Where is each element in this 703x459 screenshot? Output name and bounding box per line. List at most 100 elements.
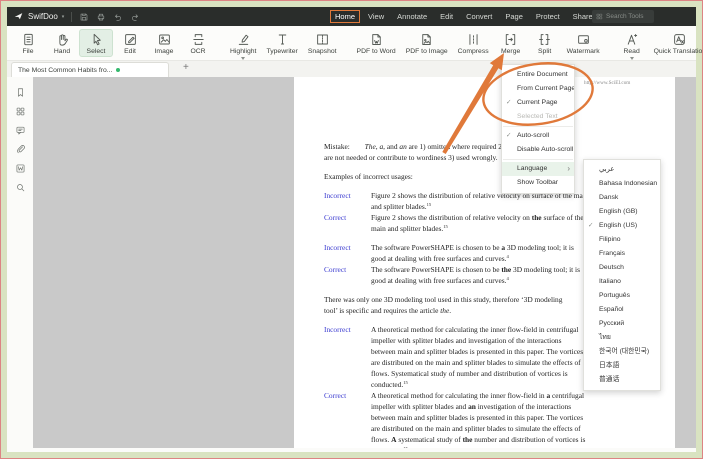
read-menu-item-entire-document[interactable]: Entire Document bbox=[502, 68, 574, 82]
toolbar-read[interactable]: Read bbox=[615, 29, 649, 62]
language-item-espa-ol[interactable]: Español bbox=[584, 303, 660, 317]
toolbar-label: Image bbox=[154, 48, 174, 55]
toolbar-highlight[interactable]: Highlight bbox=[225, 29, 261, 62]
language-item-deutsch[interactable]: Deutsch bbox=[584, 261, 660, 275]
comment-icon[interactable] bbox=[15, 125, 26, 136]
menu-item-label: Filipino bbox=[599, 236, 621, 243]
toolbar-hand[interactable]: Hand bbox=[45, 29, 79, 57]
menu-item-label: Language bbox=[517, 165, 548, 172]
language-item-portugu-s[interactable]: Português bbox=[584, 289, 660, 303]
toolbar-ocr[interactable]: OCR bbox=[181, 29, 215, 57]
doc-line: are distributed on the main and splitter… bbox=[371, 424, 581, 433]
toolbar-compress[interactable]: Compress bbox=[453, 29, 494, 57]
doc-line: impeller with splitter blades and an inv… bbox=[371, 402, 572, 411]
read-menu-item-auto-scroll[interactable]: ✓ Auto-scroll bbox=[502, 129, 574, 143]
attachment-icon[interactable] bbox=[15, 144, 26, 155]
save-icon[interactable] bbox=[79, 12, 89, 22]
undo-icon[interactable] bbox=[113, 12, 123, 22]
bookmark-icon[interactable] bbox=[15, 87, 26, 98]
doc-line: conducted.15 bbox=[371, 445, 669, 448]
language-item-[interactable]: عربي bbox=[584, 163, 660, 177]
menu-item-label: Français bbox=[599, 250, 626, 257]
menu-item-label: Español bbox=[599, 306, 624, 313]
app-menu-caret-icon[interactable]: ▾ bbox=[62, 14, 65, 20]
menu-edit[interactable]: Edit bbox=[435, 10, 458, 23]
page-url: http://www.SciEI.com bbox=[584, 80, 631, 86]
language-item-english-gb[interactable]: English (GB) bbox=[584, 205, 660, 219]
toolbar-watermark[interactable]: Watermark bbox=[562, 29, 605, 57]
menu-convert[interactable]: Convert bbox=[461, 10, 497, 23]
select-icon bbox=[89, 32, 104, 47]
logo-icon bbox=[13, 11, 24, 22]
titlebar-divider bbox=[71, 11, 73, 22]
doc-line: A theoretical method for calculating the… bbox=[371, 391, 585, 400]
redo-icon[interactable] bbox=[130, 12, 140, 22]
thumbnails-icon[interactable] bbox=[15, 106, 26, 117]
word-view-icon[interactable] bbox=[15, 163, 26, 174]
toolbar-typewriter[interactable]: Typewriter bbox=[261, 29, 302, 62]
caret-down-icon bbox=[629, 57, 634, 60]
language-item-[interactable]: 日本語 bbox=[584, 359, 660, 373]
image-icon bbox=[157, 32, 172, 47]
toolbar-label: Edit bbox=[124, 48, 136, 55]
toolbar-split[interactable]: Split bbox=[528, 29, 562, 57]
menu-item-label: Disable Auto-scroll bbox=[517, 146, 574, 153]
language-item-[interactable]: 普通话 bbox=[584, 373, 660, 387]
file-icon bbox=[21, 32, 36, 47]
menu-annotate[interactable]: Annotate bbox=[392, 10, 432, 23]
toolbar-pdf-to-image[interactable]: PDF to Image bbox=[401, 29, 453, 57]
language-item-filipino[interactable]: Filipino bbox=[584, 233, 660, 247]
menu-item-label: 普通话 bbox=[599, 376, 620, 383]
correct-label: Correct bbox=[324, 265, 347, 274]
language-item-english-us[interactable]: ✓ English (US) bbox=[584, 219, 660, 233]
language-item-[interactable]: 한국어 (대한민국) bbox=[584, 345, 660, 359]
menu-item-label: Русский bbox=[599, 320, 625, 327]
menu-page[interactable]: Page bbox=[500, 10, 528, 23]
toolbar-merge[interactable]: Merge bbox=[494, 29, 528, 57]
menu-item-label: عربي bbox=[599, 166, 615, 173]
toolbar-edit[interactable]: Edit bbox=[113, 29, 147, 57]
read-menu: Entire Document From Current Page ✓ Current… bbox=[501, 64, 575, 194]
language-item-dansk[interactable]: Dansk bbox=[584, 191, 660, 205]
language-item-[interactable]: Русский bbox=[584, 317, 660, 331]
language-item-italiano[interactable]: Italiano bbox=[584, 275, 660, 289]
toolbar-image[interactable]: Image bbox=[147, 29, 181, 57]
new-tab-button[interactable]: + bbox=[179, 61, 193, 74]
toolbar-select[interactable]: Select bbox=[79, 29, 113, 57]
menu-divider bbox=[503, 159, 573, 160]
language-item-fran-ais[interactable]: Français bbox=[584, 247, 660, 261]
split-icon bbox=[537, 32, 552, 47]
read-menu-item-disable-auto-scroll[interactable]: Disable Auto-scroll bbox=[502, 143, 574, 157]
toolbar-group: Highlight Typewriter Snapshot bbox=[225, 29, 342, 62]
print-icon[interactable] bbox=[96, 12, 106, 22]
menu-protect[interactable]: Protect bbox=[531, 10, 565, 23]
toolbar-label: OCR bbox=[190, 48, 206, 55]
toolbar-snapshot[interactable]: Snapshot bbox=[303, 29, 342, 62]
toolbar-label: Highlight bbox=[230, 48, 257, 55]
read-menu-item-show-toolbar[interactable]: Show Toolbar bbox=[502, 176, 574, 190]
toolbar-file[interactable]: File bbox=[11, 29, 45, 57]
toolbar-pdf-to-word[interactable]: PDF to Word bbox=[352, 29, 401, 57]
quick-translation-icon bbox=[672, 32, 687, 47]
menu-item-label: Current Page bbox=[517, 99, 558, 106]
edit-icon bbox=[123, 32, 138, 47]
menu-view[interactable]: View bbox=[363, 10, 389, 23]
grid-icon bbox=[596, 13, 603, 20]
toolbar-quick-translation[interactable]: Quick Translation bbox=[649, 29, 702, 62]
search-icon[interactable] bbox=[15, 182, 26, 193]
document-tab[interactable]: The Most Common Habits fro... bbox=[11, 62, 169, 77]
read-menu-item-language[interactable]: Language › bbox=[502, 162, 574, 176]
read-menu-item-current-page[interactable]: ✓ Current Page bbox=[502, 96, 574, 110]
menu-home[interactable]: Home bbox=[330, 10, 361, 23]
menu-item-label: English (GB) bbox=[599, 208, 638, 215]
read-menu-item-from-current-page[interactable]: From Current Page bbox=[502, 82, 574, 96]
language-item-[interactable]: ไทย bbox=[584, 331, 660, 345]
menu-item-label: 한국어 (대한민국) bbox=[599, 348, 650, 355]
quick-icons bbox=[79, 12, 140, 22]
menu-item-label: Português bbox=[599, 292, 630, 299]
language-item-bahasa-indonesian[interactable]: Bahasa Indonesian bbox=[584, 177, 660, 191]
toolbar-group: Read Quick Translation bbox=[615, 29, 702, 62]
caret-down-icon bbox=[241, 57, 246, 60]
doc-block: Correct A theoretical method for calculat… bbox=[324, 390, 669, 448]
search-tools-box[interactable]: Search Tools bbox=[592, 10, 654, 23]
